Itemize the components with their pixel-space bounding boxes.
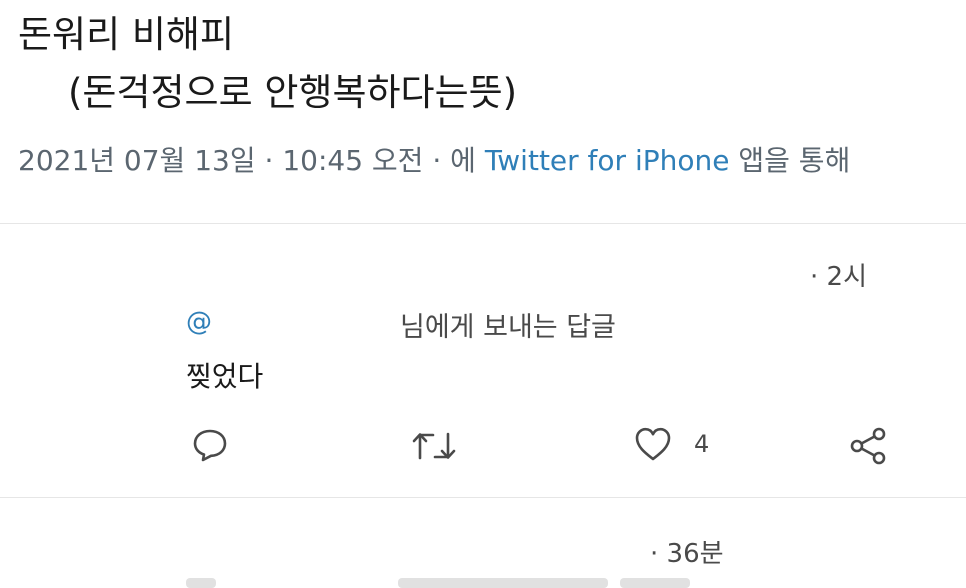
share-button[interactable] — [848, 426, 888, 466]
reply-button[interactable] — [192, 427, 228, 463]
divider — [0, 223, 966, 224]
speech-bubble-icon — [193, 429, 227, 462]
retweet-button[interactable] — [411, 429, 457, 463]
divider — [0, 497, 966, 498]
heart-icon — [635, 427, 671, 461]
retweet-icon — [412, 432, 456, 460]
tweet-text: 돈워리 비해피 (돈걱정으로 안행복하다는뜻) — [18, 6, 517, 122]
meta-separator: · — [423, 144, 451, 177]
reply-mention-link[interactable]: @ — [186, 307, 212, 337]
via-app-link[interactable]: Twitter for iPhone — [485, 144, 730, 177]
tweet-date[interactable]: 2021년 07월 13일 — [18, 144, 256, 177]
via-suffix: 앱을 통해 — [729, 144, 851, 177]
via-prefix: 에 — [450, 144, 485, 177]
tweet-meta: 2021년 07월 13일 · 10:45 오전 · 에 Twitter for… — [18, 139, 850, 179]
reply-timestamp[interactable]: · 2시 — [810, 256, 867, 293]
tweet-time[interactable]: 10:45 오전 — [282, 144, 423, 177]
cropped-text-fragment — [186, 578, 216, 588]
reply-to-label: 님에게 보내는 답글 — [400, 312, 616, 343]
tweet-text-line-2: (돈걱정으로 안행복하다는뜻) — [68, 71, 518, 114]
reply-text: 찢었다 — [186, 360, 264, 393]
cropped-text-fragment — [620, 578, 690, 588]
like-count: 4 — [694, 430, 710, 458]
cropped-text-fragment — [398, 578, 608, 588]
tweet-text-line-1: 돈워리 비해피 — [18, 13, 235, 56]
reply-timestamp[interactable]: · 36분 — [650, 533, 724, 570]
meta-separator: · — [255, 144, 283, 177]
share-icon — [850, 427, 886, 465]
like-button[interactable]: 4 — [634, 426, 709, 462]
